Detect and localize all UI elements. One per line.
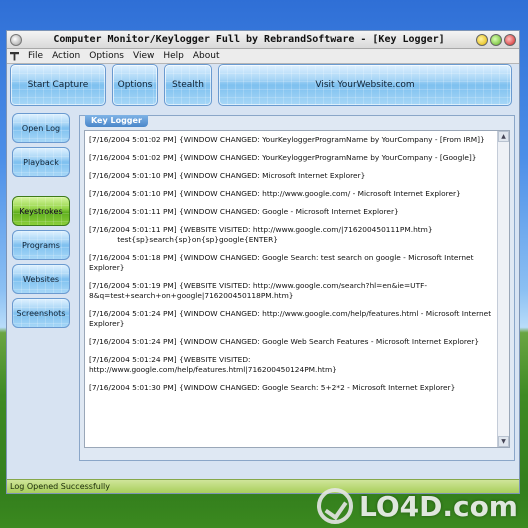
log-entry: [7/16/2004 5:01:24 PM] {WINDOW CHANGED: … [89,309,494,328]
panel-title: Key Logger [85,115,148,127]
lo4d-logo-icon [316,488,353,524]
scroll-down-icon[interactable]: ▼ [498,436,509,447]
menu-about[interactable]: About [193,51,220,61]
key-logger-panel: Key Logger [7/16/2004 5:01:02 PM] {WINDO… [79,115,515,461]
sidebar-item-keystrokes[interactable]: Keystrokes [12,196,70,226]
window-title: Computer Monitor/Keylogger Full by Rebra… [53,34,445,45]
options-button[interactable]: Options [112,64,158,106]
menu-help[interactable]: Help [163,51,184,61]
minimize-button[interactable] [476,33,488,46]
sidebar-item-screenshots[interactable]: Screenshots [12,298,70,328]
log-entry: [7/16/2004 5:01:10 PM] {WINDOW CHANGED: … [89,189,461,198]
main-toolbar: Start Capture Options Stealth Visit Your… [10,64,516,108]
log-entry: [7/16/2004 5:01:30 PM] {WINDOW CHANGED: … [89,383,456,392]
sidebar-item-playback[interactable]: Playback [12,147,70,177]
menu-action[interactable]: Action [52,51,80,61]
log-entry: [7/16/2004 5:01:11 PM] {WEBSITE VISITED:… [89,225,433,244]
watermark: LO4D.com [316,488,518,524]
vertical-scrollbar[interactable]: ▲ ▼ [497,131,509,447]
menu-file[interactable]: File [28,51,43,61]
menu-options[interactable]: Options [89,51,124,61]
log-entry: [7/16/2004 5:01:02 PM] {WINDOW CHANGED: … [89,135,485,144]
app-window: Computer Monitor/Keylogger Full by Rebra… [6,30,520,494]
window-controls [476,33,516,46]
visit-website-button[interactable]: Visit YourWebsite.com [218,64,512,106]
title-bar: Computer Monitor/Keylogger Full by Rebra… [7,31,519,49]
log-view[interactable]: [7/16/2004 5:01:02 PM] {WINDOW CHANGED: … [84,130,510,448]
sidebar: Open Log Playback Keystrokes Programs We… [12,113,72,332]
log-entry: [7/16/2004 5:01:24 PM] {WINDOW CHANGED: … [89,337,480,346]
app-menu-icon[interactable] [10,51,19,61]
sidebar-item-open-log[interactable]: Open Log [12,113,70,143]
log-entry: [7/16/2004 5:01:24 PM] {WEBSITE VISITED:… [89,355,337,374]
maximize-button[interactable] [490,33,502,46]
sidebar-item-programs[interactable]: Programs [12,230,70,260]
close-button[interactable] [504,33,516,46]
log-entry: [7/16/2004 5:01:18 PM] {WINDOW CHANGED: … [89,253,476,272]
system-menu-icon[interactable] [10,33,22,46]
menu-bar: File Action Options View Help About [7,49,519,64]
scroll-up-icon[interactable]: ▲ [498,131,509,142]
log-entry: [7/16/2004 5:01:02 PM] {WINDOW CHANGED: … [89,153,477,162]
watermark-text: LO4D.com [358,489,518,523]
log-text: [7/16/2004 5:01:02 PM] {WINDOW CHANGED: … [85,131,498,447]
log-entry: [7/16/2004 5:01:11 PM] {WINDOW CHANGED: … [89,207,399,216]
log-entry: [7/16/2004 5:01:10 PM] {WINDOW CHANGED: … [89,171,366,180]
menu-view[interactable]: View [133,51,154,61]
sidebar-item-websites[interactable]: Websites [12,264,70,294]
stealth-button[interactable]: Stealth [164,64,212,106]
start-capture-button[interactable]: Start Capture [10,64,106,106]
log-entry: [7/16/2004 5:01:19 PM] {WEBSITE VISITED:… [89,281,428,300]
